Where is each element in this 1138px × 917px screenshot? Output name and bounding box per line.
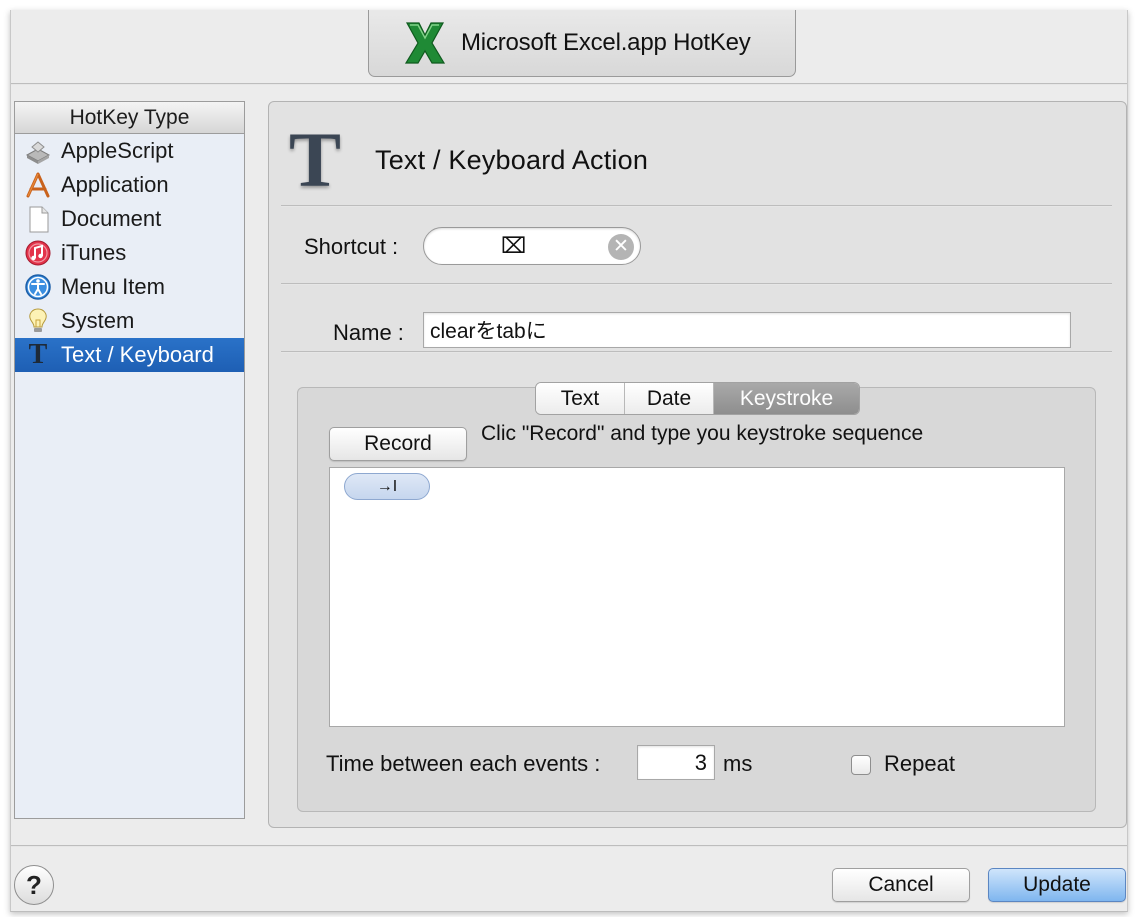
cancel-button[interactable]: Cancel <box>832 868 970 902</box>
action-header: T Text / Keyboard Action <box>289 120 648 200</box>
clear-shortcut-icon[interactable]: ✕ <box>608 234 634 260</box>
sidebar-item-system[interactable]: System <box>15 304 244 338</box>
applescript-icon <box>23 136 53 166</box>
sidebar-item-label: iTunes <box>61 240 127 265</box>
sidebar-item-applescript[interactable]: AppleScript <box>15 134 244 168</box>
tab-text[interactable]: Text <box>536 383 624 414</box>
document-icon <box>23 204 53 234</box>
list-header: HotKey Type <box>15 102 244 134</box>
divider <box>281 283 1112 285</box>
hotkey-type-list[interactable]: HotKey Type AppleScript Application Docu… <box>14 101 245 819</box>
text-keyboard-icon: T <box>28 339 48 370</box>
itunes-icon <box>23 238 53 268</box>
repeat-label: Repeat <box>884 751 955 776</box>
sidebar-item-label: AppleScript <box>61 138 174 163</box>
help-button[interactable]: ? <box>14 865 54 905</box>
sidebar-item-application[interactable]: Application <box>15 168 244 202</box>
name-field[interactable] <box>423 312 1071 348</box>
system-icon <box>23 306 53 336</box>
hotkey-sheet: Microsoft Excel.app HotKey HotKey Type A… <box>10 10 1128 912</box>
shortcut-label: Shortcut : <box>304 234 399 259</box>
ms-unit-label: ms <box>723 751 753 776</box>
app-header: Microsoft Excel.app HotKey <box>368 10 796 77</box>
tab-key-token[interactable]: →I <box>344 473 430 500</box>
name-label: Name : <box>333 320 404 345</box>
divider <box>281 351 1112 353</box>
record-hint: Clic "Record" and type you keystroke seq… <box>481 422 924 445</box>
update-button[interactable]: Update <box>988 868 1126 902</box>
sidebar-item-label: Text / Keyboard <box>61 342 214 367</box>
sidebar-item-text-keyboard[interactable]: T Text / Keyboard <box>15 338 244 372</box>
application-icon <box>23 170 53 200</box>
action-panel: T Text / Keyboard Action Shortcut : ⌧ ✕ … <box>268 101 1127 828</box>
sidebar-item-label: Document <box>61 206 162 231</box>
sidebar-item-itunes[interactable]: iTunes <box>15 236 244 270</box>
excel-x-icon <box>404 22 446 64</box>
app-title: Microsoft Excel.app HotKey <box>461 29 751 56</box>
record-button[interactable]: Record <box>329 427 467 461</box>
tab-date[interactable]: Date <box>624 383 713 414</box>
header-divider <box>11 83 1127 85</box>
tab-keystroke[interactable]: Keystroke <box>713 383 859 414</box>
action-title: Text / Keyboard Action <box>375 144 649 175</box>
sidebar-item-document[interactable]: Document <box>15 202 244 236</box>
text-action-icon: T <box>289 116 342 203</box>
footer-divider <box>11 845 1127 847</box>
repeat-checkbox[interactable] <box>851 755 871 775</box>
time-between-label: Time between each events : <box>326 751 601 776</box>
sidebar-item-label: Application <box>61 172 169 197</box>
menu-item-icon <box>23 272 53 302</box>
time-between-field[interactable]: 3 <box>637 745 715 780</box>
keystroke-sequence-area[interactable]: →I <box>329 467 1065 727</box>
shortcut-value: ⌧ <box>501 233 527 258</box>
divider <box>281 205 1112 207</box>
sidebar-item-label: System <box>61 308 135 333</box>
shortcut-recorder[interactable]: ⌧ ✕ <box>423 227 641 265</box>
sidebar-item-menu-item[interactable]: Menu Item <box>15 270 244 304</box>
sidebar-item-label: Menu Item <box>61 274 165 299</box>
tab-bar[interactable]: Text Date Keystroke <box>535 382 860 415</box>
